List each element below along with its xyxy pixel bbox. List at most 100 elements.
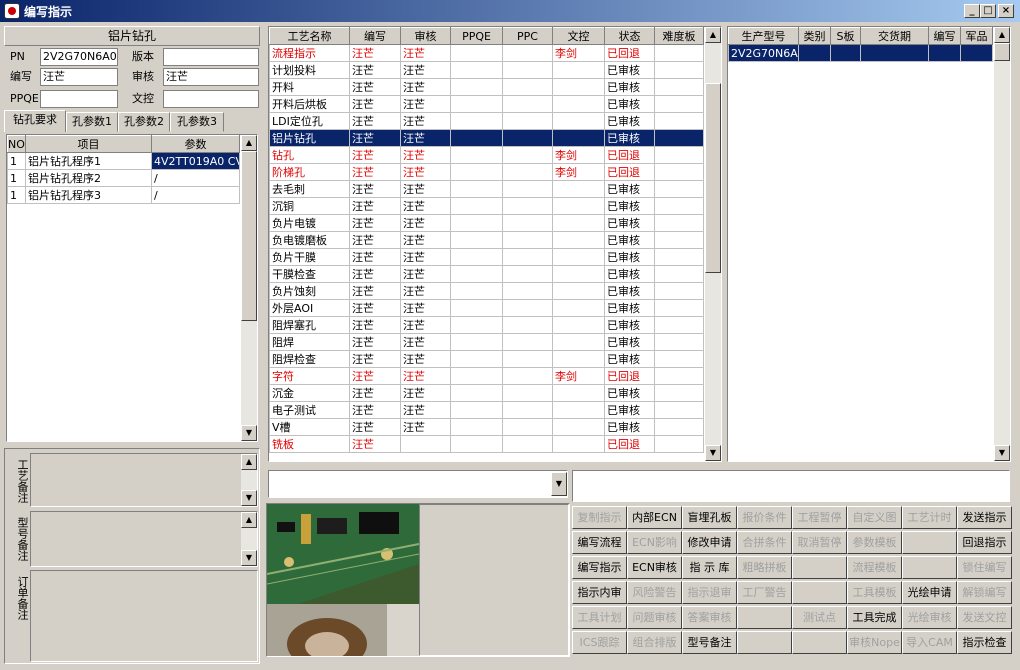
process-cell-writer[interactable]: 汪芒 <box>349 401 401 419</box>
process-row[interactable]: 铝片钻孔 汪芒 汪芒 已审核 <box>269 129 704 147</box>
process-cell-ppc[interactable] <box>502 418 553 436</box>
process-cell-difficulty[interactable] <box>654 350 704 368</box>
process-cell-name[interactable]: 沉金 <box>269 384 350 402</box>
tab-hole-params-2[interactable]: 孔参数2 <box>118 112 170 132</box>
scroll-down-icon[interactable]: ▼ <box>241 550 257 566</box>
col-model[interactable]: 生产型号 <box>728 27 799 45</box>
process-cell-doc[interactable] <box>552 197 605 215</box>
action-button[interactable]: 盲埋孔板 <box>682 506 737 529</box>
process-cell-difficulty[interactable] <box>654 197 704 215</box>
process-cell-doc[interactable] <box>552 214 605 232</box>
col-reviewer[interactable]: 审核 <box>400 27 451 45</box>
process-cell-writer[interactable]: 汪芒 <box>349 299 401 317</box>
process-cell-name[interactable]: 去毛刺 <box>269 180 350 198</box>
process-cell-difficulty[interactable] <box>654 265 704 283</box>
process-cell-ppc[interactable] <box>502 316 553 334</box>
action-button[interactable]: 修改申请 <box>682 531 737 554</box>
process-cell-ppqe[interactable] <box>450 435 503 453</box>
param-cell-no[interactable]: 1 <box>7 186 26 204</box>
process-cell-reviewer[interactable]: 汪芒 <box>400 248 451 266</box>
tab-drill-requirements[interactable]: 钻孔要求 <box>4 110 66 132</box>
process-cell-doc[interactable] <box>552 61 605 79</box>
process-cell-ppc[interactable] <box>502 282 553 300</box>
param-cell-param[interactable]: / <box>151 169 240 187</box>
action-button[interactable] <box>792 631 847 654</box>
process-cell-ppc[interactable] <box>502 129 553 147</box>
action-button[interactable]: 自定义图 <box>847 506 902 529</box>
process-cell-reviewer[interactable]: 汪芒 <box>400 112 451 130</box>
remark-scrollbar[interactable]: ▲ ▼ <box>241 512 257 566</box>
col-military[interactable]: 军品 <box>960 27 993 45</box>
action-button[interactable]: 工程暂停 <box>792 506 847 529</box>
action-button[interactable]: ECN审核 <box>627 556 682 579</box>
scroll-up-icon[interactable]: ▲ <box>994 27 1010 43</box>
process-cell-reviewer[interactable]: 汪芒 <box>400 129 451 147</box>
process-cell-doc[interactable] <box>552 78 605 96</box>
process-cell-difficulty[interactable] <box>654 316 704 334</box>
param-table-scrollbar[interactable]: ▲ ▼ <box>241 135 257 441</box>
process-cell-name[interactable]: 开料 <box>269 78 350 96</box>
col-writer[interactable]: 编写 <box>349 27 401 45</box>
process-cell-writer[interactable]: 汪芒 <box>349 112 401 130</box>
process-cell-status[interactable]: 已审核 <box>604 61 655 79</box>
process-cell-status[interactable]: 已审核 <box>604 112 655 130</box>
col-status[interactable]: 状态 <box>604 27 655 45</box>
model-remark-field[interactable]: ▲ ▼ <box>30 511 258 567</box>
col-product-writer[interactable]: 编写 <box>928 27 961 45</box>
process-cell-status[interactable]: 已审核 <box>604 418 655 436</box>
process-cell-reviewer[interactable]: 汪芒 <box>400 95 451 113</box>
process-cell-writer[interactable]: 汪芒 <box>349 197 401 215</box>
process-row[interactable]: V槽 汪芒 汪芒 已审核 <box>269 418 704 436</box>
process-row[interactable]: 阻焊塞孔 汪芒 汪芒 已审核 <box>269 316 704 334</box>
process-cell-name[interactable]: 阻焊 <box>269 333 350 351</box>
process-cell-ppqe[interactable] <box>450 418 503 436</box>
process-cell-ppqe[interactable] <box>450 333 503 351</box>
process-cell-difficulty[interactable] <box>654 146 704 164</box>
process-cell-writer[interactable]: 汪芒 <box>349 265 401 283</box>
process-cell-doc[interactable] <box>552 265 605 283</box>
product-cell-writer[interactable] <box>928 44 961 62</box>
process-cell-writer[interactable]: 汪芒 <box>349 146 401 164</box>
process-cell-reviewer[interactable]: 汪芒 <box>400 418 451 436</box>
scroll-up-icon[interactable]: ▲ <box>705 27 721 43</box>
action-button[interactable]: 指示内审 <box>572 581 627 604</box>
process-cell-ppqe[interactable] <box>450 78 503 96</box>
process-cell-name[interactable]: 阻焊检查 <box>269 350 350 368</box>
process-cell-ppqe[interactable] <box>450 231 503 249</box>
process-cell-ppc[interactable] <box>502 350 553 368</box>
process-cell-writer[interactable]: 汪芒 <box>349 44 401 62</box>
process-cell-doc[interactable]: 李剑 <box>552 367 605 385</box>
action-button[interactable]: 流程模板 <box>847 556 902 579</box>
process-cell-difficulty[interactable] <box>654 248 704 266</box>
process-cell-ppc[interactable] <box>502 333 553 351</box>
action-button[interactable]: 编写指示 <box>572 556 627 579</box>
action-button[interactable]: 参数模板 <box>847 531 902 554</box>
process-cell-status[interactable]: 已审核 <box>604 129 655 147</box>
scroll-down-icon[interactable]: ▼ <box>241 490 257 506</box>
process-cell-difficulty[interactable] <box>654 333 704 351</box>
process-cell-status[interactable]: 已回退 <box>604 435 655 453</box>
process-cell-ppc[interactable] <box>502 112 553 130</box>
process-cell-doc[interactable] <box>552 418 605 436</box>
scroll-up-icon[interactable]: ▲ <box>241 512 257 528</box>
process-cell-doc[interactable] <box>552 299 605 317</box>
product-cell-category[interactable] <box>798 44 831 62</box>
scroll-thumb[interactable] <box>994 43 1010 61</box>
process-cell-doc[interactable] <box>552 435 605 453</box>
process-cell-difficulty[interactable] <box>654 299 704 317</box>
action-button[interactable]: 粗略拼板 <box>737 556 792 579</box>
process-cell-status[interactable]: 已审核 <box>604 180 655 198</box>
process-cell-doc[interactable] <box>552 129 605 147</box>
process-row[interactable]: 字符 汪芒 汪芒 李剑 已回退 <box>269 367 704 385</box>
process-cell-status[interactable]: 已回退 <box>604 163 655 181</box>
action-button[interactable]: 审核Nope <box>847 631 902 654</box>
process-cell-ppc[interactable] <box>502 214 553 232</box>
action-button[interactable]: 回退指示 <box>957 531 1012 554</box>
process-cell-ppqe[interactable] <box>450 367 503 385</box>
product-cell-s_board[interactable] <box>830 44 861 62</box>
action-button[interactable] <box>792 556 847 579</box>
minimize-button[interactable]: _ <box>964 4 980 18</box>
scroll-up-icon[interactable]: ▲ <box>241 135 257 151</box>
process-cell-difficulty[interactable] <box>654 44 704 62</box>
process-row[interactable]: 流程指示 汪芒 汪芒 李剑 已回退 <box>269 44 704 62</box>
